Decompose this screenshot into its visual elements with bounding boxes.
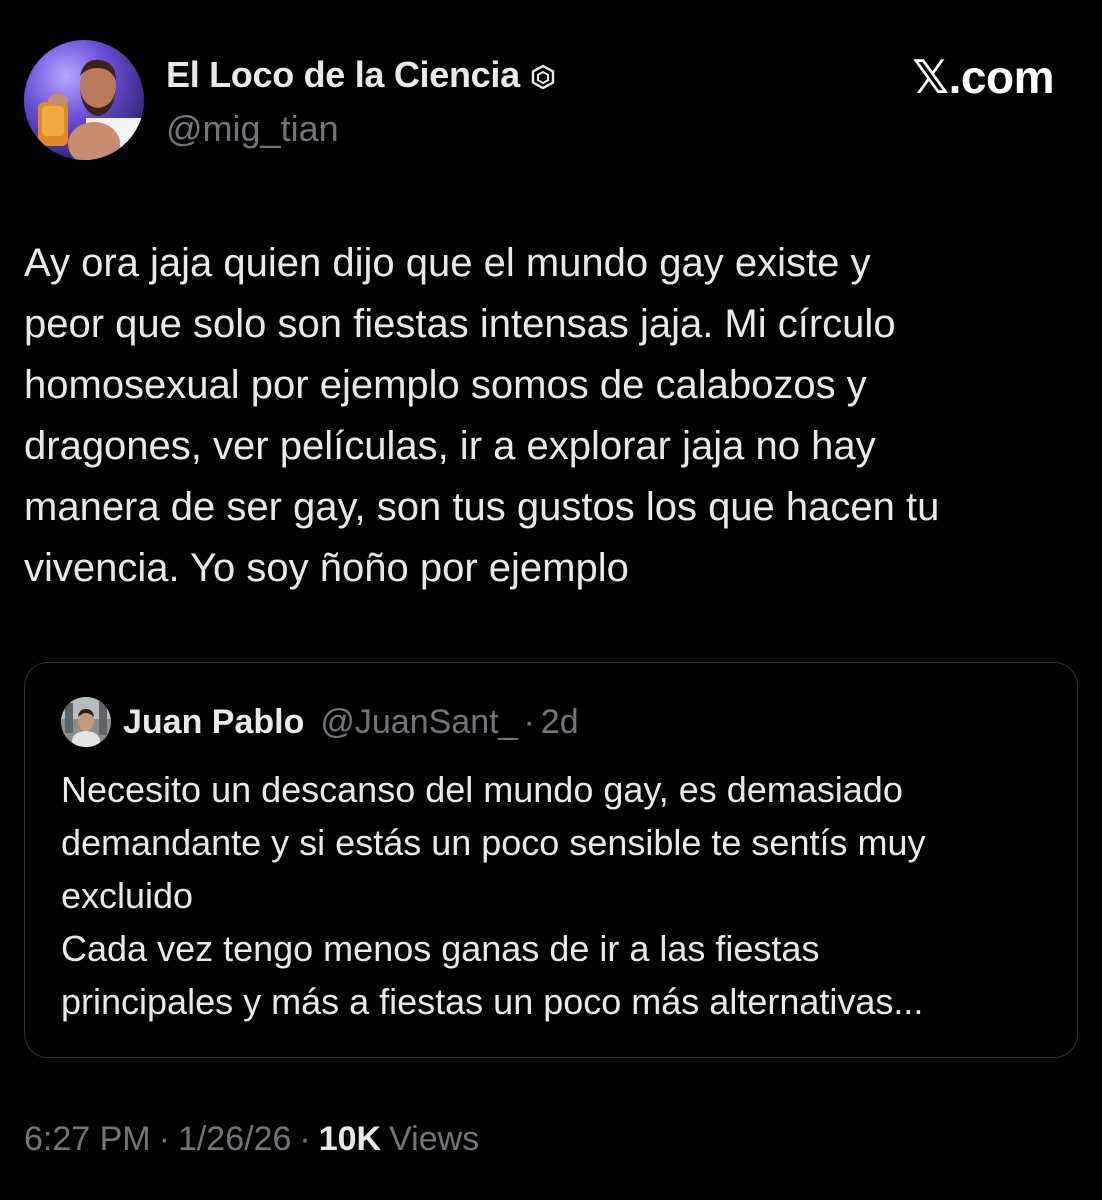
author-avatar[interactable] xyxy=(24,40,144,160)
quote-text: Necesito un descanso del mundo gay, es d… xyxy=(61,769,926,1022)
meta-separator-2: · xyxy=(299,1120,311,1158)
tweet-time[interactable]: 6:27 PM xyxy=(24,1120,151,1159)
views-count[interactable]: 10K xyxy=(319,1120,381,1159)
quote-tweet-card[interactable]: Juan Pablo @JuanSant_ · 2d Necesito un d… xyxy=(24,662,1078,1058)
brand-logo: 𝕏.com xyxy=(912,51,1054,103)
quote-separator: · xyxy=(523,702,535,741)
tweet-text: Ay ora jaja quien dijo que el mundo gay … xyxy=(24,241,940,590)
tweet-date[interactable]: 1/26/26 xyxy=(178,1120,291,1159)
quote-author-avatar[interactable] xyxy=(61,697,111,747)
author-name[interactable]: El Loco de la Ciencia xyxy=(166,54,520,96)
hexagon-badge-icon xyxy=(530,64,556,90)
author-handle[interactable]: @mig_tian xyxy=(166,108,339,150)
quote-author-handle[interactable]: @JuanSant_ xyxy=(320,703,517,742)
views-label[interactable]: Views xyxy=(389,1120,479,1159)
author-name-row: El Loco de la Ciencia xyxy=(166,54,556,96)
quote-timestamp[interactable]: 2d xyxy=(541,703,579,742)
tweet-header: El Loco de la Ciencia @mig_tian 𝕏.com xyxy=(24,40,1078,162)
tweet-meta: 6:27 PM · 1/26/26 · 10K Views xyxy=(24,1120,479,1159)
meta-separator: · xyxy=(158,1120,170,1158)
quote-author-name[interactable]: Juan Pablo xyxy=(123,703,304,742)
quote-header: Juan Pablo @JuanSant_ · 2d xyxy=(61,697,579,747)
